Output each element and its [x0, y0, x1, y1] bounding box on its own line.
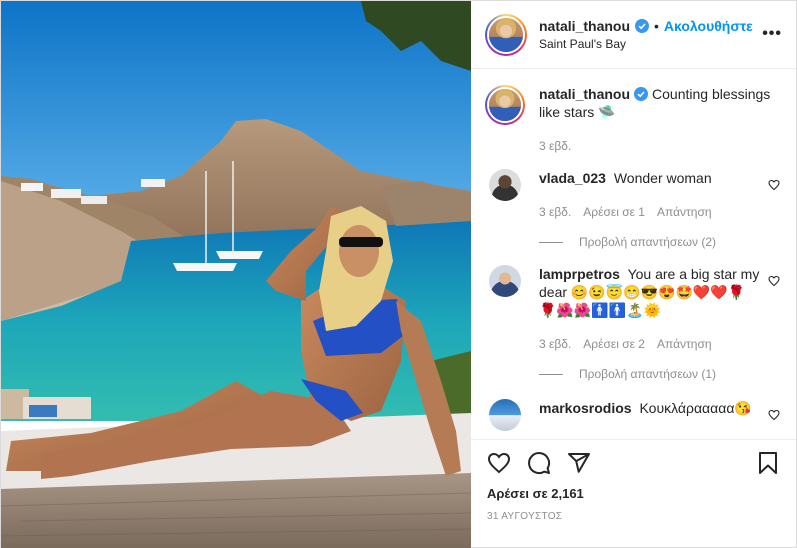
location-link[interactable]: Saint Paul's Bay — [539, 37, 753, 51]
view-replies-button[interactable]: Προβολή απαντήσεων (2) — [539, 235, 780, 249]
comment-username[interactable]: lamprpetros — [539, 266, 620, 282]
share-icon[interactable] — [567, 451, 591, 475]
comment-timestamp[interactable]: 3 εβδ. — [539, 335, 571, 353]
post-photo[interactable] — [1, 1, 471, 548]
replies-divider — [539, 373, 563, 375]
more-options-icon[interactable]: ••• — [762, 26, 782, 42]
verified-badge-icon — [635, 19, 650, 33]
comment-text: Κουκλάρααααα😘 — [639, 400, 752, 416]
follow-button[interactable]: Ακολουθήστε — [664, 18, 753, 34]
reply-button[interactable]: Απάντηση — [657, 203, 712, 221]
post-footer: Αρέσει σε 2,161 31 ΑΥΓΟΥΣΤΟΣ — [471, 439, 796, 548]
action-bar — [487, 448, 780, 478]
likes-count[interactable]: Αρέσει σε 2,161 — [487, 486, 780, 501]
commenter-avatar[interactable] — [489, 265, 521, 297]
caption-username[interactable]: natali_thanou — [539, 86, 630, 102]
comment-icon[interactable] — [527, 451, 551, 475]
author-username[interactable]: natali_thanou — [539, 18, 630, 34]
post-header: natali_thanou • Ακολουθήστε Saint Paul's… — [471, 1, 796, 69]
caption-timestamp[interactable]: 3 εβδ. — [539, 137, 571, 155]
bookmark-icon[interactable] — [756, 451, 780, 475]
post-caption: natali_thanou Counting blessings like sta… — [485, 85, 780, 155]
comment-username[interactable]: vlada_023 — [539, 170, 606, 186]
commenter-avatar[interactable] — [489, 399, 521, 431]
avatar[interactable] — [485, 13, 527, 56]
post-side-panel: natali_thanou • Ακολουθήστε Saint Paul's… — [471, 1, 796, 548]
comment-likes[interactable]: Αρέσει σε 1 — [583, 203, 645, 221]
comment-item: markosrodios Κουκλάρααααα😘 — [485, 399, 780, 431]
comment-like-heart-icon[interactable] — [768, 409, 780, 421]
caption-emoji: 🛸 — [598, 104, 616, 120]
comment-likes[interactable]: Αρέσει σε 2 — [583, 335, 645, 353]
post-date[interactable]: 31 ΑΥΓΟΥΣΤΟΣ — [487, 511, 780, 522]
view-replies-button[interactable]: Προβολή απαντήσεων (1) — [539, 367, 780, 381]
view-replies-label: Προβολή απαντήσεων (2) — [579, 235, 717, 249]
comment-username[interactable]: markosrodios — [539, 400, 632, 416]
heart-icon[interactable] — [487, 451, 511, 475]
comment-item: lamprpetros You are a big star my dear 😊… — [485, 265, 780, 353]
comment-item: vlada_023 Wonder woman 3 εβδ. Αρέσει σε … — [485, 169, 780, 221]
separator-dot: • — [654, 18, 659, 34]
comment-timestamp[interactable]: 3 εβδ. — [539, 203, 571, 221]
avatar-image — [489, 17, 523, 52]
comment-like-heart-icon[interactable] — [768, 179, 780, 191]
reply-button[interactable]: Απάντηση — [657, 335, 712, 353]
instagram-post: natali_thanou • Ακολουθήστε Saint Paul's… — [0, 0, 797, 548]
comments-section: natali_thanou Counting blessings like sta… — [471, 69, 796, 439]
comment-like-heart-icon[interactable] — [768, 275, 780, 287]
avatar-image — [489, 89, 521, 121]
beach-photo-illustration — [1, 1, 471, 548]
comment-text: Wonder woman — [613, 170, 712, 186]
verified-badge-icon — [634, 87, 649, 101]
replies-divider — [539, 241, 563, 243]
caption-avatar[interactable] — [485, 85, 525, 125]
view-replies-label: Προβολή απαντήσεων (1) — [579, 367, 717, 381]
commenter-avatar[interactable] — [489, 169, 521, 201]
